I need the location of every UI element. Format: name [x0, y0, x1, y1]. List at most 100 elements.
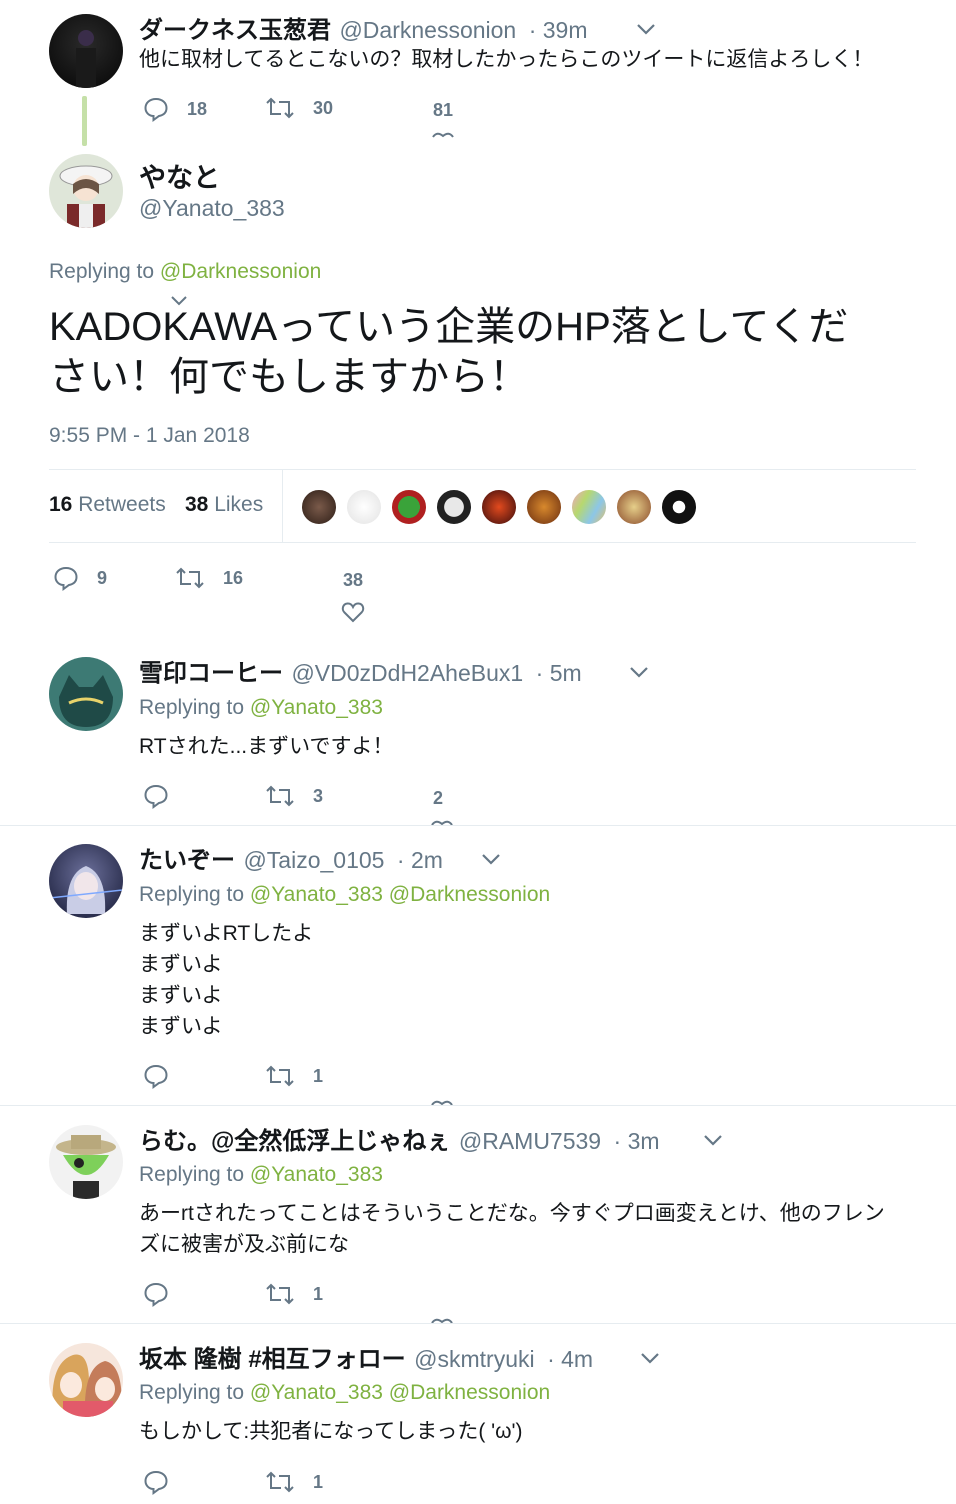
- reply-text: RTされた...まずいですよ！: [139, 731, 394, 762]
- reply-retweet-count: 1: [313, 1065, 324, 1086]
- main-tweet-timestamp[interactable]: 9:55 PM - 1 Jan 2018: [49, 424, 250, 448]
- main-retweet-action[interactable]: 16: [175, 566, 243, 590]
- reply-time[interactable]: · 3m: [614, 1128, 660, 1154]
- reply-reply-action[interactable]: [143, 1281, 169, 1307]
- reply-text-line: まずいよ: [139, 984, 223, 1007]
- reply-avatar[interactable]: [49, 1343, 123, 1417]
- chevron-down-icon[interactable]: [629, 665, 649, 679]
- reply-replying-handle[interactable]: @Yanato_383 @Darknessonion: [250, 883, 550, 906]
- reply-icon: [144, 1064, 168, 1089]
- like-stat-label: Likes: [214, 493, 264, 516]
- main-replying-label: Replying to: [49, 260, 155, 283]
- reply-avatar[interactable]: [49, 844, 123, 918]
- main-tweet-text-line2: さい！何でもしますから！: [49, 355, 529, 399]
- parent-author-handle[interactable]: @Darknessonion: [339, 17, 516, 43]
- reply-replying-label: Replying to: [139, 696, 245, 719]
- reply-text-line: もしかして:共犯者になってしまった( 'ω'): [139, 1420, 523, 1443]
- reply-icon: [144, 784, 168, 809]
- reply-reply-action[interactable]: [143, 1063, 169, 1089]
- reply-time[interactable]: · 2m: [397, 847, 443, 873]
- parent-retweet-count: 30: [313, 97, 334, 118]
- reply-retweet-action[interactable]: 1: [265, 1282, 323, 1306]
- reply-icon: [144, 1470, 168, 1495]
- parent-like-count: 81: [433, 100, 454, 120]
- reply-author-name[interactable]: らむ。@全然低浮上じゃねぇ: [139, 1128, 450, 1155]
- liker-avatar[interactable]: [615, 488, 653, 526]
- liker-avatar[interactable]: [525, 488, 563, 526]
- like-stat[interactable]: 38 Likes: [185, 493, 263, 517]
- main-tweet-text-line1: KADOKAWAっていう企業のHP落としてくだ: [49, 305, 849, 349]
- reply-author-name[interactable]: たいぞー: [139, 847, 235, 874]
- reply-text-line: まずいよ: [139, 953, 223, 976]
- retweet-icon: [266, 1283, 294, 1305]
- parent-author-name[interactable]: ダークネス玉葱君: [139, 17, 331, 44]
- stats-divider-top: [49, 469, 916, 470]
- reply-retweet-action[interactable]: 1: [265, 1064, 323, 1088]
- reply-icon: [54, 566, 78, 591]
- reply-text: まずいよRTしたよ まずいよ まずいよ まずいよ: [139, 918, 313, 1042]
- parent-reply-action[interactable]: 18: [143, 96, 207, 122]
- main-author-name[interactable]: やなと: [139, 156, 220, 195]
- heart-icon[interactable]: [341, 601, 365, 623]
- retweet-icon: [266, 97, 294, 119]
- reply-author-handle[interactable]: @skmtryuki: [414, 1346, 534, 1372]
- parent-reply-count: 18: [187, 98, 208, 119]
- chevron-down-icon[interactable]: [481, 852, 501, 866]
- reply-replying-label: Replying to: [139, 1163, 245, 1186]
- retweet-icon: [266, 1471, 294, 1493]
- reply-retweet-count: 1: [313, 1283, 324, 1304]
- reply-replying-label: Replying to: [139, 883, 245, 906]
- parent-tweet-text: 他に取材してるとこないの？取材したかったらこのツイートに返信よろしく！: [139, 48, 874, 71]
- chevron-down-icon[interactable]: [640, 1351, 660, 1365]
- liker-avatar[interactable]: [390, 488, 428, 526]
- main-reply-action[interactable]: 9: [53, 565, 107, 591]
- reply-retweet-action[interactable]: 3: [265, 784, 323, 808]
- reply-retweet-action[interactable]: 1: [265, 1470, 323, 1494]
- reply-author-handle[interactable]: @RAMU7539: [459, 1128, 601, 1154]
- reply-divider: [0, 825, 956, 826]
- reply-replying-handle[interactable]: @Yanato_383: [250, 696, 383, 719]
- main-tweet-text: KADOKAWAっていう企業のHP落としてくだ さい！何でもしますから！: [49, 302, 848, 402]
- reply-time[interactable]: · 4m: [547, 1346, 593, 1372]
- retweet-icon: [266, 1065, 294, 1087]
- chevron-down-icon[interactable]: [703, 1133, 723, 1147]
- heart-icon[interactable]: [432, 131, 454, 139]
- retweet-icon: [266, 785, 294, 807]
- main-author-handle[interactable]: @Yanato_383: [139, 195, 285, 222]
- chevron-down-icon[interactable]: [636, 22, 656, 36]
- parent-avatar[interactable]: [49, 14, 123, 88]
- main-reply-count: 9: [97, 567, 108, 588]
- reply-text-line: RTされた...まずいですよ！: [139, 735, 394, 758]
- stats-divider-vertical: [282, 470, 283, 542]
- reply-time[interactable]: · 5m: [536, 660, 582, 686]
- reply-icon: [144, 1282, 168, 1307]
- main-retweet-count: 16: [223, 567, 244, 588]
- reply-reply-action[interactable]: [143, 1469, 169, 1495]
- liker-avatar[interactable]: [570, 488, 608, 526]
- reply-text-line: あーrtされたってことはそういうことだな。今すぐプロ画変えとけ、他のフレン: [139, 1202, 885, 1225]
- reply-author-handle[interactable]: @VD0zDdH2AheBux1: [291, 660, 523, 686]
- parent-retweet-action[interactable]: 30: [265, 96, 333, 120]
- reply-author-name[interactable]: 坂本 隆樹 #相互フォロー: [139, 1346, 406, 1373]
- retweet-stat[interactable]: 16 Retweets: [49, 493, 166, 517]
- liker-avatar[interactable]: [480, 488, 518, 526]
- reply-author-name[interactable]: 雪印コーヒー: [139, 660, 283, 687]
- liker-avatar[interactable]: [345, 488, 383, 526]
- main-replying-handle[interactable]: @Darknessonion: [160, 260, 321, 283]
- liker-avatar[interactable]: [435, 488, 473, 526]
- liker-avatar[interactable]: [660, 488, 698, 526]
- main-avatar[interactable]: [49, 154, 123, 228]
- reply-reply-action[interactable]: [143, 783, 169, 809]
- reply-divider: [0, 1105, 956, 1106]
- reply-text: あーrtされたってことはそういうことだな。今すぐプロ画変えとけ、他のフレン ズに…: [139, 1198, 885, 1260]
- reply-author-handle[interactable]: @Taizo_0105: [243, 847, 384, 873]
- reply-avatar[interactable]: [49, 1125, 123, 1199]
- reply-replying-handle[interactable]: @Yanato_383 @Darknessonion: [250, 1381, 550, 1404]
- reply-avatar[interactable]: [49, 657, 123, 731]
- reply-replying-label: Replying to: [139, 1381, 245, 1404]
- retweet-icon: [176, 567, 204, 589]
- reply-replying-handle[interactable]: @Yanato_383: [250, 1163, 383, 1186]
- parent-tweet-time[interactable]: · 39m: [529, 17, 588, 43]
- liker-avatar[interactable]: [300, 488, 338, 526]
- reply-icon: [144, 97, 168, 122]
